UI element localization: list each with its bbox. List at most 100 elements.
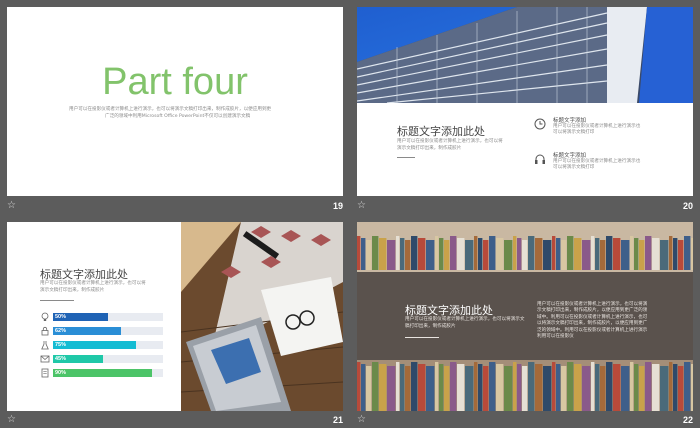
- book-spine: [450, 236, 457, 270]
- book-spine: [556, 238, 561, 270]
- slide-body-line: 示文稿打印出来，制作成胶片，以便应用到更广泛的领: [537, 308, 648, 314]
- divider: [40, 300, 74, 301]
- book-spine: [400, 238, 405, 270]
- book-spine: [513, 236, 517, 270]
- book-spine: [591, 362, 595, 411]
- book-spine: [535, 364, 543, 411]
- book-spine: [444, 240, 450, 270]
- slide-body-line: 广泛的领域中利用Microsoft Office PowerPoint不仅可以创…: [105, 114, 251, 119]
- book-spine: [504, 240, 513, 270]
- book-spine: [444, 366, 450, 411]
- slide-body-line: 稿打印出来，制作成胶片: [405, 324, 456, 329]
- progress-fill: 50%: [53, 313, 108, 321]
- desk-photo: [181, 222, 343, 411]
- book-spine: [387, 240, 396, 270]
- book-spine: [691, 238, 693, 270]
- book-spine: [435, 236, 439, 270]
- book-spine: [517, 364, 522, 411]
- book-spine: [595, 364, 600, 411]
- book-spine: [660, 240, 669, 270]
- slide-body-line: 以将演示文稿打印出来，制作成胶片，以便应用到更广: [537, 321, 648, 327]
- divider: [405, 337, 439, 338]
- book-spine: [522, 366, 528, 411]
- book-spine: [621, 240, 630, 270]
- book-spine: [567, 236, 574, 270]
- document-icon: [41, 368, 49, 378]
- star-icon[interactable]: ☆: [357, 414, 366, 425]
- book-spine: [561, 240, 567, 270]
- book-spine: [645, 362, 652, 411]
- book-spine: [457, 238, 465, 270]
- book-spine: [379, 238, 387, 270]
- progress-label: 90%: [55, 370, 67, 376]
- lock-icon: [41, 326, 49, 336]
- slide-title: Part four: [102, 61, 248, 103]
- book-spine: [489, 362, 496, 411]
- book-spine: [691, 364, 693, 411]
- book-spine: [684, 362, 691, 411]
- book-spine: [400, 364, 405, 411]
- slide-body-line: 利用可以在投影仪: [537, 334, 574, 340]
- flask-icon: [41, 341, 49, 350]
- star-icon[interactable]: ☆: [7, 414, 16, 425]
- book-spine: [574, 238, 582, 270]
- book-spine: [634, 238, 639, 270]
- book-spine: [660, 366, 669, 411]
- book-spine: [606, 362, 613, 411]
- book-spine: [673, 364, 678, 411]
- book-spine: [556, 364, 561, 411]
- book-spine: [405, 366, 411, 411]
- book-spine: [634, 364, 639, 411]
- progress-track: 62%: [53, 327, 163, 335]
- star-icon[interactable]: ☆: [7, 200, 16, 211]
- book-spine: [600, 240, 606, 270]
- book-spine: [411, 236, 418, 270]
- progress-fill: 62%: [53, 327, 122, 335]
- feature-title: 标题文字添加: [553, 118, 587, 124]
- book-spine: [439, 364, 444, 411]
- book-spine: [552, 362, 556, 411]
- book-spine: [621, 366, 630, 411]
- book-spine: [357, 236, 361, 270]
- progress-track: 45%: [53, 355, 163, 363]
- slide-22[interactable]: 标题文字添加此处 用户可以在投影仪或者计算机上进行演示，也可以将演示文 稿打印出…: [357, 222, 693, 411]
- clock-icon: [534, 118, 546, 130]
- feature-line: 可以将演示文稿打印: [553, 165, 595, 170]
- book-spine: [582, 366, 591, 411]
- slide-footer: ☆ 21: [7, 414, 343, 428]
- book-spine: [513, 362, 517, 411]
- book-spine: [528, 236, 535, 270]
- book-spine: [379, 364, 387, 411]
- envelope-icon: [40, 355, 50, 363]
- book-spine: [684, 236, 691, 270]
- book-spine: [652, 364, 660, 411]
- book-spine: [426, 366, 435, 411]
- book-spine: [465, 240, 474, 270]
- book-spine: [613, 364, 621, 411]
- book-spine: [361, 238, 366, 270]
- progress-label: 50%: [55, 314, 67, 320]
- book-spine: [552, 236, 556, 270]
- book-spine: [504, 366, 513, 411]
- progress-fill: 90%: [53, 369, 152, 377]
- book-spine: [528, 362, 535, 411]
- book-spine: [517, 238, 522, 270]
- slide-number: 22: [682, 415, 693, 425]
- lightbulb-icon: [41, 312, 49, 321]
- book-spine: [595, 238, 600, 270]
- book-spine: [582, 240, 591, 270]
- star-icon[interactable]: ☆: [357, 200, 366, 211]
- slide-body-line: 用户可以在投影仪或者计算机上进行演示，也可以将: [397, 139, 503, 144]
- book-spine: [396, 362, 400, 411]
- progress-track: 75%: [53, 341, 163, 349]
- book-spine: [366, 240, 372, 270]
- book-spine: [630, 236, 634, 270]
- book-spine: [543, 366, 552, 411]
- slide-19[interactable]: Part four 用户可以在投影仪或者计算机上进行演示，也可以将演示文稿打印出…: [7, 7, 343, 196]
- book-spine: [418, 364, 426, 411]
- book-spine: [361, 364, 366, 411]
- slide-21[interactable]: 标题文字添加此处 用户可以在投影仪或者计算机上进行演示，也可以将 演示文稿打印出…: [7, 222, 343, 411]
- book-spine: [613, 238, 621, 270]
- book-spine: [678, 240, 684, 270]
- slide-20[interactable]: 标题文字添加此处 用户可以在投影仪或者计算机上进行演示，也可以将 演示文稿打印出…: [357, 7, 693, 196]
